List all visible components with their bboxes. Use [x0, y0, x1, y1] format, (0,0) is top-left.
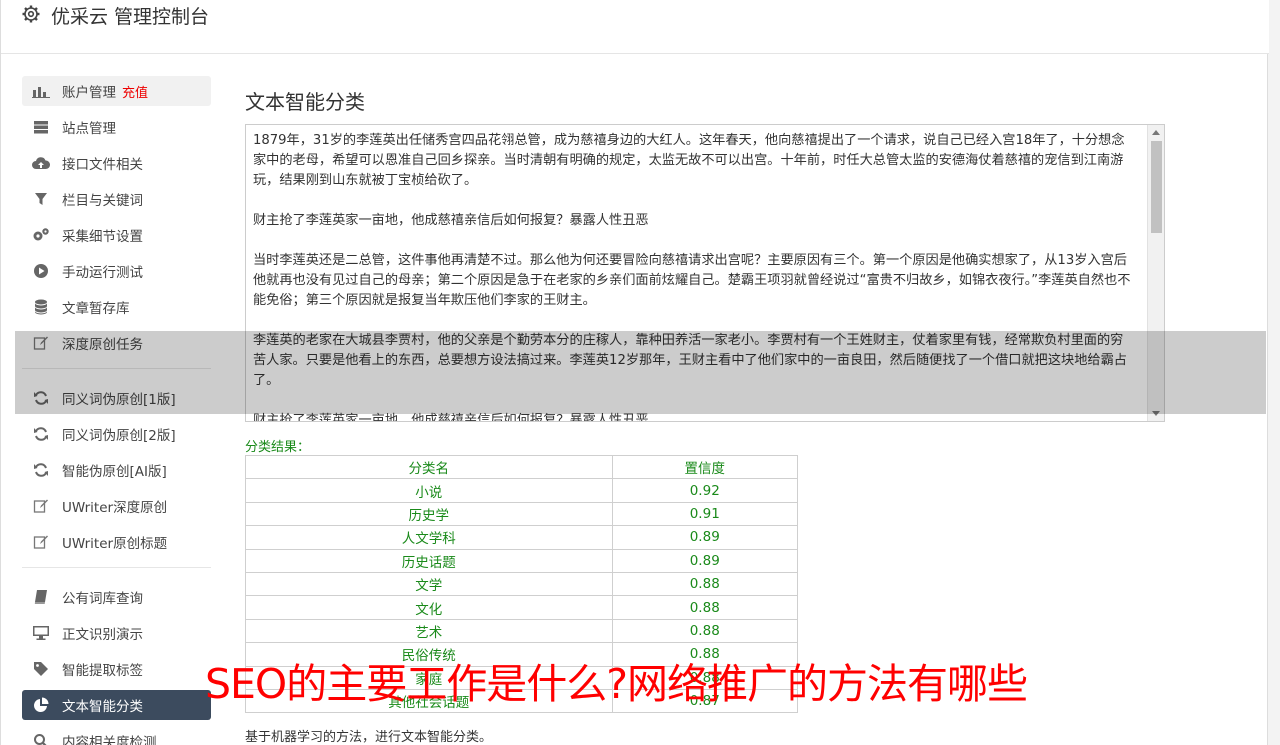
category-cell: 小说	[245, 478, 613, 503]
edit-icon	[32, 534, 50, 550]
category-cell: 艺术	[245, 618, 613, 644]
main-panel: 文本智能分类 1879年，31岁的李莲英出任储秀宫四品花翎总管，成为慈禧身边的大…	[245, 80, 1165, 745]
table-row: 历史话题 0.89	[245, 548, 798, 573]
confidence-cell: 0.92	[611, 478, 798, 503]
sidebar-item-group1-6[interactable]: 文章暂存库	[22, 292, 211, 322]
method-note: 基于机器学习的方法，进行文本智能分类。	[245, 730, 493, 745]
sidebar-item-label: UWriter原创标题	[62, 536, 168, 552]
sidebar-item-label: 接口文件相关	[62, 157, 143, 173]
sidebar-item-group3-1[interactable]: 正文识别演示	[22, 618, 211, 648]
refresh-icon	[32, 390, 50, 406]
server-icon	[32, 119, 50, 135]
sidebar-item-label: 智能伪原创[AI版]	[62, 464, 167, 480]
scroll-down-icon[interactable]	[1152, 411, 1160, 416]
cloud-upload-icon	[32, 155, 50, 171]
confidence-cell: 0.89	[611, 548, 798, 573]
sidebar-item-group2-3[interactable]: UWriter深度原创	[22, 491, 211, 521]
search-icon	[32, 733, 50, 745]
sidebar-item-group3-0[interactable]: 公有词库查询	[22, 582, 211, 612]
console-frame: 优采云 管理控制台 账户管理 充值站点管理接口文件相关 栏目与关键词 采集细节设置 手动…	[0, 0, 1269, 745]
result-label: 分类结果：	[245, 440, 311, 455]
sidebar-item-label: 文章暂存库	[62, 301, 130, 317]
table-row: 艺术 0.88	[245, 618, 798, 644]
sidebar-item-label: UWriter深度原创	[62, 500, 168, 516]
book-icon	[32, 589, 50, 605]
page-title: 文本智能分类	[245, 90, 365, 114]
sidebar-item-group2-2[interactable]: 智能伪原创[AI版]	[22, 455, 211, 485]
sidebar-item-label: 采集细节设置	[62, 229, 143, 245]
sidebar-item-label: 深度原创任务	[62, 337, 143, 353]
top-bar: 优采云 管理控制台	[1, 0, 1269, 54]
sidebar-item-group3-2[interactable]: 智能提取标签	[22, 654, 211, 684]
sidebar-item-label: 账户管理	[62, 85, 116, 101]
text-input-area[interactable]: 1879年，31岁的李莲英出任储秀宫四品花翎总管，成为慈禧身边的大红人。这年春天…	[245, 124, 1165, 422]
refresh-icon	[32, 462, 50, 478]
confidence-cell: 0.91	[611, 501, 798, 527]
pie-chart-icon	[32, 697, 50, 713]
vertical-scrollbar[interactable]	[1147, 125, 1164, 421]
sidebar-item-label: 同义词伪原创[1版]	[62, 392, 176, 408]
column-header-confidence: 置信度	[611, 454, 798, 480]
column-header-category: 分类名	[245, 454, 613, 480]
table-row: 文学 0.88	[245, 571, 798, 597]
bar-chart-icon	[32, 83, 50, 99]
edit-icon	[32, 335, 50, 351]
sidebar-item-label: 文本智能分类	[62, 699, 143, 715]
refresh-icon	[32, 426, 50, 442]
category-cell: 人文学科	[245, 525, 613, 550]
sidebar-divider	[22, 567, 211, 568]
sidebar-item-label: 栏目与关键词	[62, 193, 143, 209]
table-row: 历史学 0.91	[245, 501, 798, 527]
scroll-up-icon[interactable]	[1152, 130, 1160, 135]
category-cell: 文学	[245, 571, 613, 597]
sidebar-item-label: 正文识别演示	[62, 627, 143, 643]
sidebar-item-group3-4[interactable]: 内容相关度检测	[22, 726, 211, 745]
scroll-thumb[interactable]	[1151, 141, 1162, 233]
sidebar-item-group1-7[interactable]: 深度原创任务	[22, 328, 211, 358]
sidebar-divider	[22, 368, 211, 369]
sidebar-item-label: 站点管理	[62, 121, 116, 137]
edit-icon	[32, 498, 50, 514]
sidebar-item-group1-2[interactable]: 接口文件相关	[22, 148, 211, 178]
sidebar-item-group1-0[interactable]: 账户管理 充值	[22, 76, 211, 106]
table-row: 文化 0.88	[245, 595, 798, 620]
recharge-link[interactable]: 充值	[122, 82, 148, 101]
sidebar-item-group1-1[interactable]: 站点管理	[22, 112, 211, 142]
sidebar-item-label: 手动运行测试	[62, 265, 143, 281]
sidebar-item-label: 智能提取标签	[62, 663, 143, 679]
sidebar-item-label: 公有词库查询	[62, 591, 143, 607]
category-cell: 文化	[245, 595, 613, 620]
gear-icon[interactable]	[21, 4, 41, 24]
sidebar-item-label: 内容相关度检测	[62, 735, 157, 745]
sidebar-item-label: 同义词伪原创[2版]	[62, 428, 176, 444]
page: 优采云 管理控制台 账户管理 充值站点管理接口文件相关 栏目与关键词 采集细节设置 手动…	[0, 0, 1280, 745]
app-title: 优采云 管理控制台	[51, 6, 210, 28]
confidence-cell: 0.88	[611, 618, 798, 644]
sidebar-item-group3-3[interactable]: 文本智能分类	[22, 690, 211, 720]
sidebar: 账户管理 充值站点管理接口文件相关 栏目与关键词 采集细节设置 手动运行测试 文章暂存库深…	[22, 76, 211, 745]
sidebar-item-group1-3[interactable]: 栏目与关键词	[22, 184, 211, 214]
confidence-cell: 0.89	[611, 525, 798, 550]
database-icon	[32, 299, 50, 315]
sidebar-item-group2-1[interactable]: 同义词伪原创[2版]	[22, 419, 211, 449]
play-circle-icon	[32, 263, 50, 279]
category-cell: 历史话题	[245, 548, 613, 573]
table-row: 小说 0.92	[245, 478, 798, 503]
sidebar-item-group2-0[interactable]: 同义词伪原创[1版]	[22, 383, 211, 413]
sidebar-item-group2-4[interactable]: UWriter原创标题	[22, 527, 211, 557]
gears-icon	[32, 227, 50, 243]
category-cell: 历史学	[245, 501, 613, 527]
sidebar-item-group1-5[interactable]: 手动运行测试	[22, 256, 211, 286]
confidence-cell: 0.88	[611, 571, 798, 597]
text-content[interactable]: 1879年，31岁的李莲英出任储秀宫四品花翎总管，成为慈禧身边的大红人。这年春天…	[246, 125, 1164, 421]
sidebar-item-group1-4[interactable]: 采集细节设置	[22, 220, 211, 250]
filter-icon	[32, 191, 50, 207]
overlay-caption: SEO的主要工作是什么?网络推广的方法有哪些	[205, 660, 1028, 708]
confidence-cell: 0.88	[611, 595, 798, 620]
monitor-icon	[32, 625, 50, 641]
tag-icon	[32, 661, 50, 677]
table-row: 人文学科 0.89	[245, 525, 798, 550]
